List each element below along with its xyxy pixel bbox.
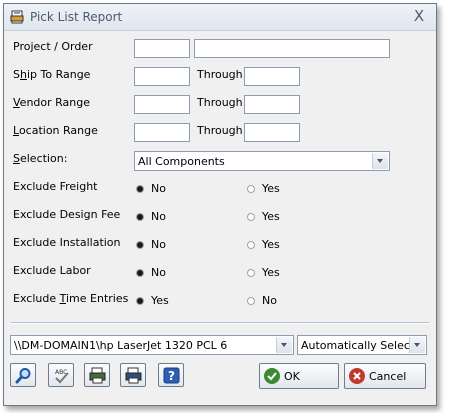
exclude-freight-label: Exclude Freight xyxy=(13,180,98,193)
vendor-range-label: Vendor Range xyxy=(13,96,90,109)
ship-label-prefix: S xyxy=(13,68,20,81)
printer-icon xyxy=(125,367,142,384)
exclude-installation-no-label: No xyxy=(151,238,166,251)
location-to-input[interactable] xyxy=(244,123,300,142)
print-preview-button[interactable] xyxy=(84,363,110,387)
exclude-freight-no-label: No xyxy=(151,182,166,195)
exclude-freight-yes-radio[interactable] xyxy=(247,185,255,193)
project-order-label: Project / Order xyxy=(13,40,93,53)
search-icon xyxy=(15,368,31,384)
exclude-design-fee-no-radio[interactable] xyxy=(136,213,144,221)
exclude-labor-yes-label: Yes xyxy=(262,266,280,279)
close-button[interactable]: X xyxy=(408,7,430,25)
time-label-rest: ime Entries xyxy=(65,292,129,305)
exclude-design-fee-yes-radio[interactable] xyxy=(247,213,255,221)
printer-dropdown[interactable]: \\DM-DOMAIN1\hp LaserJet 1320 PCL 6 xyxy=(10,335,294,355)
chevron-down-icon[interactable] xyxy=(372,153,388,169)
divider xyxy=(11,322,429,324)
print-button[interactable] xyxy=(120,363,146,387)
ok-button[interactable]: OK xyxy=(259,363,339,389)
ship-from-input[interactable] xyxy=(134,67,190,86)
exclude-time-entries-yes-radio[interactable] xyxy=(136,297,144,305)
report-icon xyxy=(10,10,24,24)
exclude-design-fee-label: Exclude Design Fee xyxy=(13,208,121,221)
vendor-from-input[interactable] xyxy=(134,95,190,114)
project-order-input[interactable] xyxy=(134,39,190,58)
exclude-labor-no-radio[interactable] xyxy=(136,269,144,277)
cancel-icon xyxy=(349,368,365,384)
time-label-prefix: Exclude xyxy=(13,292,60,305)
ship-through-label: Through xyxy=(197,68,243,81)
exclude-time-entries-yes-label: Yes xyxy=(151,294,169,307)
spellcheck-icon: ABC xyxy=(55,369,69,384)
cancel-label: Cancel xyxy=(369,370,407,383)
title-bar: Pick List Report X xyxy=(4,4,436,31)
selection-label: Selection: xyxy=(13,152,67,165)
paper-tray-value: Automatically Select xyxy=(301,339,415,352)
exclude-installation-no-radio[interactable] xyxy=(136,241,144,249)
exclude-time-entries-label: Exclude Time Entries xyxy=(13,292,128,305)
vendor-label-rest: endor Range xyxy=(19,96,91,109)
help-button[interactable]: ? xyxy=(158,363,184,387)
exclude-time-entries-no-label: No xyxy=(262,294,277,307)
location-range-label: Location Range xyxy=(13,124,98,137)
location-through-label: Through xyxy=(197,124,243,137)
selection-dropdown[interactable]: All Components xyxy=(134,151,390,171)
exclude-design-fee-yes-label: Yes xyxy=(262,210,280,223)
pick-list-report-dialog: Pick List Report X Project / Order Ship … xyxy=(3,3,437,406)
check-icon xyxy=(264,368,280,384)
cancel-button[interactable]: Cancel xyxy=(344,363,426,389)
printer-value: \\DM-DOMAIN1\hp LaserJet 1320 PCL 6 xyxy=(14,339,228,352)
vendor-through-label: Through xyxy=(197,96,243,109)
exclude-labor-no-label: No xyxy=(151,266,166,279)
vendor-label-accel: V xyxy=(13,96,20,109)
selection-label-rest: election: xyxy=(19,152,68,165)
exclude-labor-yes-radio[interactable] xyxy=(247,269,255,277)
exclude-labor-label: Exclude Labor xyxy=(13,264,91,277)
ship-label-accel: h xyxy=(19,68,27,81)
project-order-description-input[interactable] xyxy=(194,39,390,58)
chevron-down-icon[interactable] xyxy=(409,337,425,353)
selection-value: All Components xyxy=(138,155,225,168)
close-icon: X xyxy=(413,7,425,25)
exclude-freight-no-radio[interactable] xyxy=(136,185,144,193)
exclude-freight-yes-label: Yes xyxy=(262,182,280,195)
selection-label-accel: S xyxy=(13,152,20,165)
ship-label-rest: ip To Range xyxy=(26,68,91,81)
exclude-design-fee-no-label: No xyxy=(151,210,166,223)
help-icon: ? xyxy=(163,367,180,384)
chevron-down-icon[interactable] xyxy=(276,337,292,353)
vendor-to-input[interactable] xyxy=(244,95,300,114)
exclude-time-entries-no-radio[interactable] xyxy=(247,297,255,305)
exclude-installation-yes-radio[interactable] xyxy=(247,241,255,249)
paper-tray-dropdown[interactable]: Automatically Select xyxy=(297,335,427,355)
search-button[interactable] xyxy=(10,363,36,387)
spellcheck-button[interactable]: ABC xyxy=(48,363,74,387)
exclude-installation-yes-label: Yes xyxy=(262,238,280,251)
exclude-installation-label: Exclude Installation xyxy=(13,236,121,249)
window-title: Pick List Report xyxy=(30,10,123,24)
location-from-input[interactable] xyxy=(134,123,190,142)
svg-text:?: ? xyxy=(168,369,175,383)
print-preview-icon xyxy=(89,367,106,384)
ship-to-range-label: Ship To Range xyxy=(13,68,90,81)
ok-label: OK xyxy=(284,370,300,383)
location-label-rest: ocation Range xyxy=(18,124,98,137)
ship-to-input[interactable] xyxy=(244,67,300,86)
